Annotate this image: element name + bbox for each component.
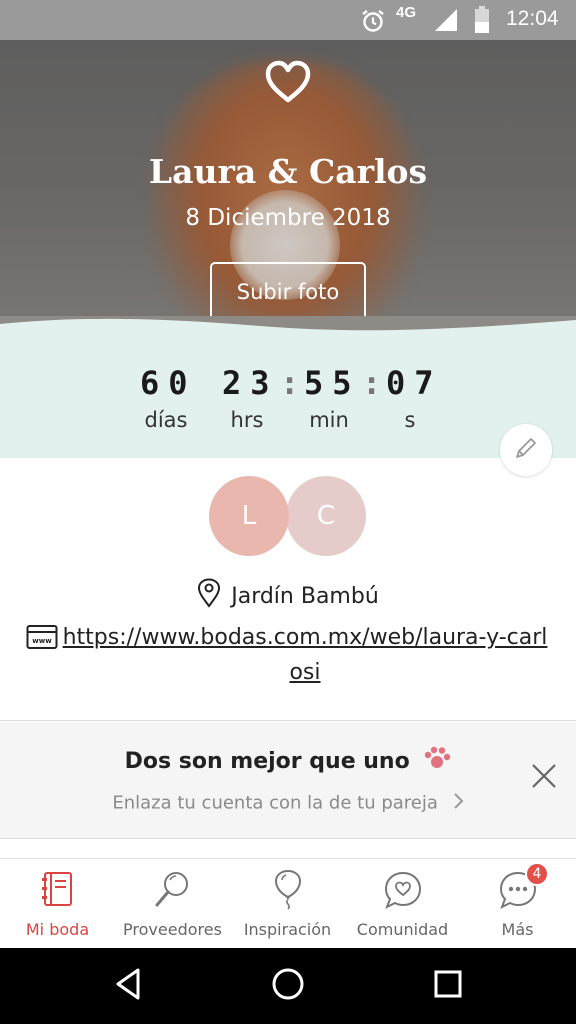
countdown-minutes: 55 (304, 364, 361, 402)
chat-heart-icon (382, 869, 424, 915)
bottom-navigation: Mi boda Proveedores Inspiración Comunida… (0, 858, 576, 948)
promo-title: Dos son mejor que uno (124, 749, 410, 774)
venue-name: Jardín Bambú (231, 583, 379, 609)
countdown-separator: : (280, 364, 300, 402)
chevron-right-icon (452, 792, 464, 815)
location-pin-icon (197, 578, 221, 614)
countdown-hours-label: hrs (230, 408, 264, 432)
nav-inspiracion[interactable]: Inspiración (230, 859, 345, 949)
battery-icon (474, 6, 490, 38)
close-banner-icon[interactable] (530, 762, 558, 794)
wave-divider (0, 316, 576, 331)
www-icon: www (26, 624, 58, 654)
promo-subtitle: Enlaza tu cuenta con la de tu pareja (112, 792, 438, 814)
wedding-website-link[interactable]: https://www.bodas.com.mx/web/laura-y-car… (62, 620, 548, 690)
wedding-date: 8 Diciembre 2018 (185, 205, 391, 231)
promo-title-row: Dos son mejor que uno (0, 746, 576, 778)
promo-subtitle-row[interactable]: Enlaza tu cuenta con la de tu pareja (0, 792, 576, 815)
partner1-avatar[interactable]: L (209, 476, 289, 556)
system-navigation-bar (0, 948, 576, 1024)
svg-text:www: www (32, 637, 52, 645)
divider (0, 720, 576, 721)
nav-proveedores[interactable]: Proveedores (115, 859, 230, 949)
upload-photo-button[interactable]: Subir foto (210, 262, 366, 322)
status-bar: 4G 12:04 (0, 0, 576, 40)
countdown-days: 60 (140, 364, 197, 402)
couple-names: Laura & Carlos (148, 152, 428, 191)
countdown-seconds-label: s (404, 408, 416, 432)
partner2-avatar[interactable]: C (286, 476, 366, 556)
balloon-icon (270, 869, 306, 915)
notification-badge: 4 (525, 862, 549, 886)
recents-icon[interactable] (432, 966, 464, 1006)
countdown-hours: 23 (222, 364, 279, 402)
alarm-icon (360, 8, 386, 38)
heart-logo-icon (264, 60, 312, 108)
edit-wedding-button[interactable] (500, 424, 552, 476)
countdown-panel: 60 23 : 55 : 07 días hrs min s (0, 316, 576, 476)
nav-label: Mi boda (25, 920, 90, 939)
nav-label: Más (501, 920, 534, 939)
venue-row[interactable]: Jardín Bambú (0, 578, 576, 614)
partner-link-banner[interactable]: Dos son mejor que uno Enlaza tu cuenta c… (0, 722, 576, 838)
network-type: 4G (396, 4, 417, 21)
nav-comunidad[interactable]: Comunidad (345, 859, 460, 949)
countdown-separator: : (362, 364, 382, 402)
countdown-days-label: días (144, 408, 188, 432)
nav-label: Comunidad (356, 920, 449, 939)
nav-label: Proveedores (123, 920, 222, 939)
nav-label: Inspiración (243, 920, 332, 939)
countdown-seconds: 07 (386, 364, 443, 402)
cover-photo: Laura & Carlos 8 Diciembre 2018 Subir fo… (0, 40, 576, 340)
paw-icon (423, 746, 451, 778)
countdown-minutes-label: min (309, 408, 349, 432)
home-icon[interactable] (270, 966, 306, 1006)
signal-icon (433, 8, 459, 36)
nav-mi-boda[interactable]: Mi boda (0, 859, 115, 949)
status-time: 12:04 (506, 7, 559, 30)
planner-icon (38, 869, 78, 913)
divider (0, 838, 576, 839)
nav-mas[interactable]: Más (460, 859, 575, 949)
search-icon (152, 869, 194, 913)
pencil-icon (512, 434, 540, 466)
back-icon[interactable] (112, 966, 144, 1006)
